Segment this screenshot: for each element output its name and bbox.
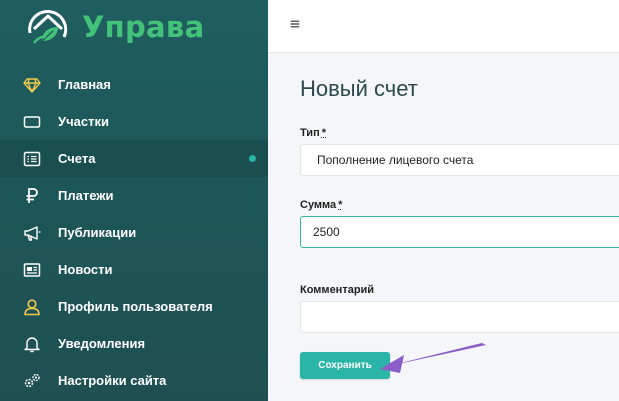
comment-input[interactable]	[300, 301, 619, 333]
sidebar-item-label: Настройки сайта	[58, 373, 167, 388]
diamond-icon	[23, 76, 41, 94]
sidebar-item-label: Публикации	[58, 225, 137, 240]
page-title: Новый счет	[300, 76, 418, 101]
sidebar-item-label: Уведомления	[58, 336, 146, 351]
amount-label: Сумма *	[300, 199, 342, 211]
sidebar-item-invoices[interactable]: Счета	[0, 140, 268, 177]
active-indicator-dot	[249, 155, 256, 162]
newspaper-icon	[23, 261, 41, 279]
sidebar-item-news[interactable]: Новости	[0, 251, 268, 288]
save-button[interactable]: Сохранить	[300, 352, 390, 379]
sidebar-item-payments[interactable]: Платежи	[0, 177, 268, 214]
sidebar-item-publications[interactable]: Публикации	[0, 214, 268, 251]
sidebar-item-notifications[interactable]: Уведомления	[0, 325, 268, 362]
list-box-icon	[23, 150, 41, 168]
amount-input[interactable]: 2500	[300, 216, 619, 248]
topbar	[268, 0, 619, 53]
sidebar-item-label: Платежи	[58, 188, 114, 203]
bell-icon	[23, 335, 41, 353]
type-select-value: Пополнение лицевого счета	[317, 153, 474, 167]
rectangle-icon	[23, 113, 41, 131]
sidebar-item-home[interactable]: Главная	[0, 66, 268, 103]
amount-input-value: 2500	[313, 225, 340, 239]
sidebar-item-label: Участки	[58, 114, 109, 129]
sidebar-item-label: Профиль пользователя	[58, 299, 213, 314]
ruble-icon	[23, 187, 41, 205]
user-icon	[23, 298, 41, 316]
sidebar: Управа Главная Участки Счета Платежи Пуб…	[0, 0, 268, 401]
sidebar-item-label: Счета	[58, 151, 96, 166]
sidebar-item-site-settings[interactable]: Настройки сайта	[0, 362, 268, 399]
logo[interactable]: Управа	[20, 2, 250, 52]
hamburger-icon[interactable]	[290, 18, 304, 32]
megaphone-icon	[23, 224, 41, 242]
sidebar-nav: Главная Участки Счета Платежи Публикации…	[0, 66, 268, 399]
house-leaf-logo-icon	[28, 10, 68, 44]
sidebar-item-plots[interactable]: Участки	[0, 103, 268, 140]
annotation-arrow	[380, 343, 486, 373]
amount-label-text: Сумма	[300, 199, 337, 211]
comment-label: Комментарий	[300, 284, 375, 296]
type-select[interactable]: Пополнение лицевого счета	[300, 144, 619, 176]
brand-name: Управа	[82, 10, 205, 44]
required-mark: *	[338, 199, 343, 211]
sidebar-item-profile[interactable]: Профиль пользователя	[0, 288, 268, 325]
gears-icon	[23, 372, 41, 390]
sidebar-item-label: Новости	[58, 262, 113, 277]
type-label: Тип *	[300, 127, 326, 139]
type-label-text: Тип	[300, 127, 320, 139]
required-mark: *	[321, 127, 326, 139]
sidebar-item-label: Главная	[58, 77, 111, 92]
